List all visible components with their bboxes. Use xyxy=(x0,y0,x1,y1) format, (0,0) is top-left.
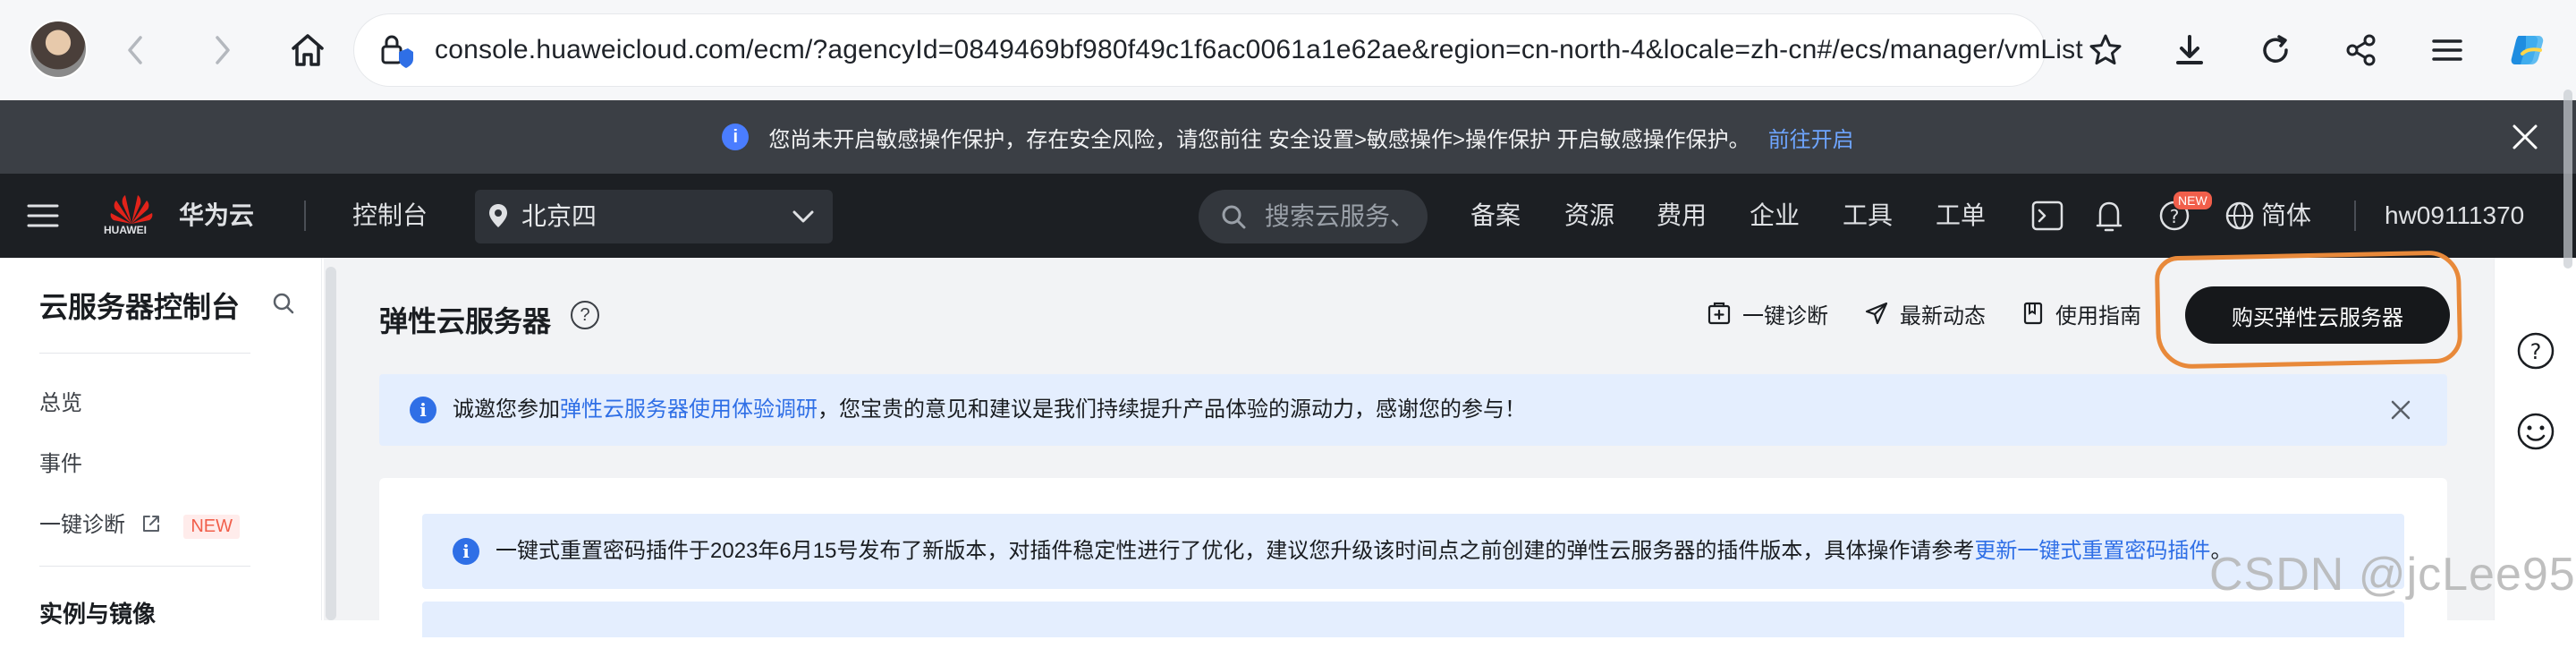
share-icon[interactable] xyxy=(2338,27,2385,73)
nav-resources[interactable]: 资源 xyxy=(1564,174,1614,258)
menu-icon[interactable] xyxy=(2424,27,2470,73)
new-badge: NEW xyxy=(2174,192,2212,209)
info-icon: i xyxy=(722,124,750,150)
survey-notice: i 诚邀您参加弹性云服务器使用体验调研，您宝贵的意见和建议是我们持续提升产品体验… xyxy=(379,374,2447,446)
region-value: 北京四 xyxy=(521,202,597,230)
latest-news-action[interactable]: 最新动态 xyxy=(1864,295,1986,331)
copilot-icon[interactable] xyxy=(2504,27,2551,73)
back-icon[interactable] xyxy=(113,27,159,73)
search-placeholder: 搜索云服务、 xyxy=(1265,202,1416,230)
security-notice-bar: i 您尚未开启敏感操作保护，存在安全风险，请您前往 安全设置>敏感操作>操作保护… xyxy=(0,100,2576,174)
external-link-icon xyxy=(142,516,159,532)
region-select[interactable]: 北京四 xyxy=(475,190,833,243)
plugin-notice-text: 一键式重置密码插件于2023年6月15号发布了新版本，对插件稳定性进行了优化，建… xyxy=(496,514,2232,589)
user-guide-action[interactable]: 使用指南 xyxy=(2021,295,2141,331)
sidebar-item-events[interactable]: 事件 xyxy=(39,446,82,477)
plugin-notice-body: 一键式重置密码插件于2023年6月15号发布了新版本，对插件稳定性进行了优化，建… xyxy=(496,539,1975,563)
help-icon[interactable]: ? xyxy=(2516,331,2555,371)
watermark: CSDN @jcLee95 xyxy=(2209,549,2576,601)
bookmark-star-icon[interactable] xyxy=(2082,27,2129,73)
help-icon[interactable]: ? xyxy=(2157,174,2191,258)
sidebar: 云服务器控制台 总览 事件 一键诊断 NEW 实例与镜像 xyxy=(0,258,322,627)
latest-news-label: 最新动态 xyxy=(1900,303,1986,328)
site-info-icon[interactable] xyxy=(377,32,415,70)
plugin-update-notice: i 一键式重置密码插件于2023年6月15号发布了新版本，对插件稳定性进行了优化… xyxy=(422,514,2404,589)
info-icon: i xyxy=(453,538,479,565)
sidebar-scrollbar[interactable] xyxy=(324,258,338,620)
nav-billing[interactable]: 费用 xyxy=(1657,174,1707,258)
diagnosis-action[interactable]: 一键诊断 xyxy=(1707,295,1828,331)
info-icon: i xyxy=(410,397,436,423)
profile-avatar[interactable] xyxy=(29,20,88,79)
sidebar-divider xyxy=(39,353,250,354)
cloud-shell-icon[interactable] xyxy=(2030,174,2064,258)
location-pin-icon xyxy=(489,204,507,227)
page-title: 弹性云服务器 xyxy=(379,305,552,337)
new-tag: NEW xyxy=(183,515,241,539)
home-icon[interactable] xyxy=(284,27,331,73)
enable-protection-link[interactable]: 前往开启 xyxy=(1768,122,1854,153)
send-icon xyxy=(1865,302,1888,325)
sidebar-section-instances[interactable]: 实例与镜像 xyxy=(39,596,156,629)
user-account[interactable]: hw09111370 xyxy=(2385,174,2524,258)
huawei-logo-text: HUAWEI xyxy=(104,224,147,236)
survey-text: 诚邀您参加弹性云服务器使用体验调研，您宝贵的意见和建议是我们持续提升产品体验的源… xyxy=(453,374,1526,446)
diagnosis-icon xyxy=(1707,302,1731,325)
header-divider xyxy=(304,201,306,231)
secondary-notice xyxy=(422,602,2404,637)
console-link[interactable]: 控制台 xyxy=(352,174,428,258)
close-icon[interactable] xyxy=(2388,397,2413,422)
sidebar-divider xyxy=(39,566,250,567)
reload-icon[interactable] xyxy=(2252,27,2299,73)
address-bar[interactable]: console.huaweicloud.com/ecm/?agencyId=08… xyxy=(354,14,2083,86)
security-notice-text: 您尚未开启敏感操作保护，存在安全风险，请您前往 安全设置>敏感操作>操作保护 开… xyxy=(768,127,1750,152)
brand-name[interactable]: 华为云 xyxy=(179,174,254,258)
chevron-down-icon xyxy=(792,210,814,223)
language-switch[interactable]: 简体 xyxy=(2261,174,2311,258)
search-icon xyxy=(1222,205,1246,229)
survey-suffix: ，您宝贵的意见和建议是我们持续提升产品体验的源动力，感谢您的参与！ xyxy=(818,397,1526,422)
header-divider xyxy=(2354,201,2356,231)
user-guide-label: 使用指南 xyxy=(2055,303,2141,328)
sidebar-item-diagnosis[interactable]: 一键诊断 NEW xyxy=(39,507,241,539)
console-header: HUAWEI 华为云 控制台 北京四 搜索云服务、 备案 资源 费用 企业 工具… xyxy=(0,174,2576,258)
nav-tools[interactable]: 工具 xyxy=(1843,174,1893,258)
help-icon[interactable]: ? xyxy=(571,301,599,329)
plugin-update-link[interactable]: 更新一键式重置密码插件 xyxy=(1974,539,2210,563)
service-search-input[interactable]: 搜索云服务、 xyxy=(1199,190,1428,243)
globe-icon[interactable] xyxy=(2224,174,2256,258)
bell-icon[interactable] xyxy=(2093,174,2125,258)
feedback-smile-icon[interactable] xyxy=(2516,412,2555,451)
book-icon xyxy=(2023,302,2043,325)
nav-enterprise[interactable]: 企业 xyxy=(1750,174,1800,258)
sidebar-search-icon[interactable] xyxy=(272,292,295,320)
browser-toolbar: console.huaweicloud.com/ecm/?agencyId=08… xyxy=(0,0,2576,100)
nav-beian[interactable]: 备案 xyxy=(1470,174,1521,258)
survey-prefix: 诚邀您参加 xyxy=(453,397,560,422)
diagnosis-label: 一键诊断 xyxy=(1742,303,1828,328)
close-icon[interactable] xyxy=(2508,120,2542,154)
download-icon[interactable] xyxy=(2166,27,2213,73)
hamburger-menu-icon[interactable] xyxy=(25,174,61,258)
nav-tickets[interactable]: 工单 xyxy=(1936,174,1986,258)
url-text: console.huaweicloud.com/ecm/?agencyId=08… xyxy=(435,35,2083,64)
buy-ecs-button[interactable]: 购买弹性云服务器 xyxy=(2185,286,2450,344)
sidebar-title: 云服务器控制台 xyxy=(39,291,241,323)
sidebar-item-overview[interactable]: 总览 xyxy=(39,385,82,416)
svg-text:?: ? xyxy=(2530,339,2542,364)
forward-icon[interactable] xyxy=(199,27,245,73)
huawei-logo[interactable]: HUAWEI xyxy=(100,188,163,242)
page-scrollbar[interactable] xyxy=(2560,0,2576,620)
sidebar-item-label: 一键诊断 xyxy=(39,513,125,537)
survey-link[interactable]: 弹性云服务器使用体验调研 xyxy=(560,397,818,422)
instance-list-card: i 一键式重置密码插件于2023年6月15号发布了新版本，对插件稳定性进行了优化… xyxy=(379,478,2447,657)
